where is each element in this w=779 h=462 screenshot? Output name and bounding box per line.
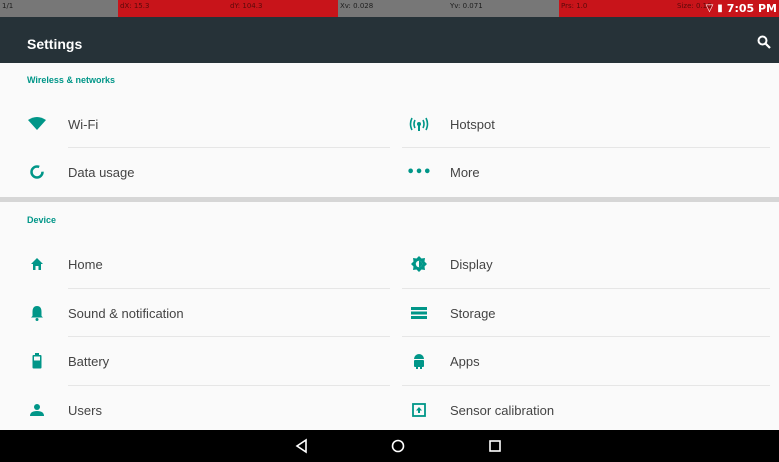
section-divider — [0, 197, 779, 202]
wifi-status-icon: ▽ — [705, 3, 714, 14]
pointer-pressure: Prs: 1.0 — [559, 0, 675, 17]
wifi-icon — [26, 113, 48, 135]
setting-label: Storage — [450, 305, 496, 321]
setting-item-sound[interactable]: Sound & notification — [0, 289, 390, 337]
page-title: Settings — [27, 36, 83, 52]
setting-label: Display — [450, 256, 493, 272]
data-usage-icon — [26, 161, 48, 183]
setting-item-storage[interactable]: Storage — [382, 289, 772, 337]
app-bar: Settings — [0, 27, 779, 63]
setting-label: Sound & notification — [68, 305, 184, 321]
pointer-dy: dY: 104.3 — [228, 0, 338, 17]
setting-label: More — [450, 164, 480, 180]
bell-icon — [26, 302, 48, 324]
setting-item-display[interactable]: Display — [382, 240, 772, 288]
navigation-bar — [0, 430, 779, 462]
setting-label: Home — [68, 256, 103, 272]
setting-item-users[interactable]: Users — [0, 386, 390, 434]
pointer-dx: dX: 15.3 — [118, 0, 228, 17]
setting-item-battery[interactable]: Battery — [0, 337, 390, 385]
more-icon: ••• — [406, 164, 432, 180]
setting-item-apps[interactable]: Apps — [382, 337, 772, 385]
pointer-yv: Yv: 0.071 — [448, 0, 559, 17]
setting-label: Users — [68, 402, 102, 418]
setting-label: Battery — [68, 353, 110, 369]
home-icon — [26, 253, 48, 275]
setting-item-home[interactable]: Home — [0, 240, 390, 288]
setting-item-data-usage[interactable]: Data usage — [0, 148, 390, 196]
section-title-device: Device — [27, 215, 57, 225]
setting-label: Hotspot — [450, 116, 495, 132]
recents-button[interactable] — [487, 438, 503, 454]
pointer-xv: Xv: 0.028 — [338, 0, 448, 17]
pointer-debug-bar: 1/1 dX: 15.3 dY: 104.3 Xv: 0.028 Yv: 0.0… — [0, 0, 779, 17]
clock: 7:05 PM — [726, 2, 777, 15]
setting-item-sensor-calibration[interactable]: Sensor calibration — [382, 386, 772, 434]
setting-item-hotspot[interactable]: Hotspot — [382, 100, 772, 148]
home-button[interactable] — [390, 438, 406, 454]
setting-item-more[interactable]: ••• More — [382, 148, 772, 196]
setting-label: Sensor calibration — [450, 402, 555, 418]
setting-label: Data usage — [68, 164, 135, 180]
setting-label: Apps — [450, 353, 480, 369]
storage-icon — [408, 302, 430, 324]
pointer-count: 1/1 — [0, 0, 118, 17]
display-icon — [408, 253, 430, 275]
back-button[interactable] — [294, 438, 310, 454]
setting-item-wifi[interactable]: Wi-Fi — [0, 100, 390, 148]
battery-status-icon: ▮ — [717, 3, 723, 14]
hotspot-icon — [408, 113, 430, 135]
search-icon[interactable] — [757, 35, 771, 49]
status-bar — [0, 17, 779, 27]
status-icons: ▽ ▮ 7:05 PM — [706, 2, 777, 15]
android-icon — [408, 350, 430, 372]
battery-icon — [26, 350, 48, 372]
section-title-wireless: Wireless & networks — [27, 75, 115, 85]
setting-label: Wi-Fi — [68, 116, 99, 132]
calibration-icon — [408, 399, 430, 421]
user-icon — [26, 399, 48, 421]
